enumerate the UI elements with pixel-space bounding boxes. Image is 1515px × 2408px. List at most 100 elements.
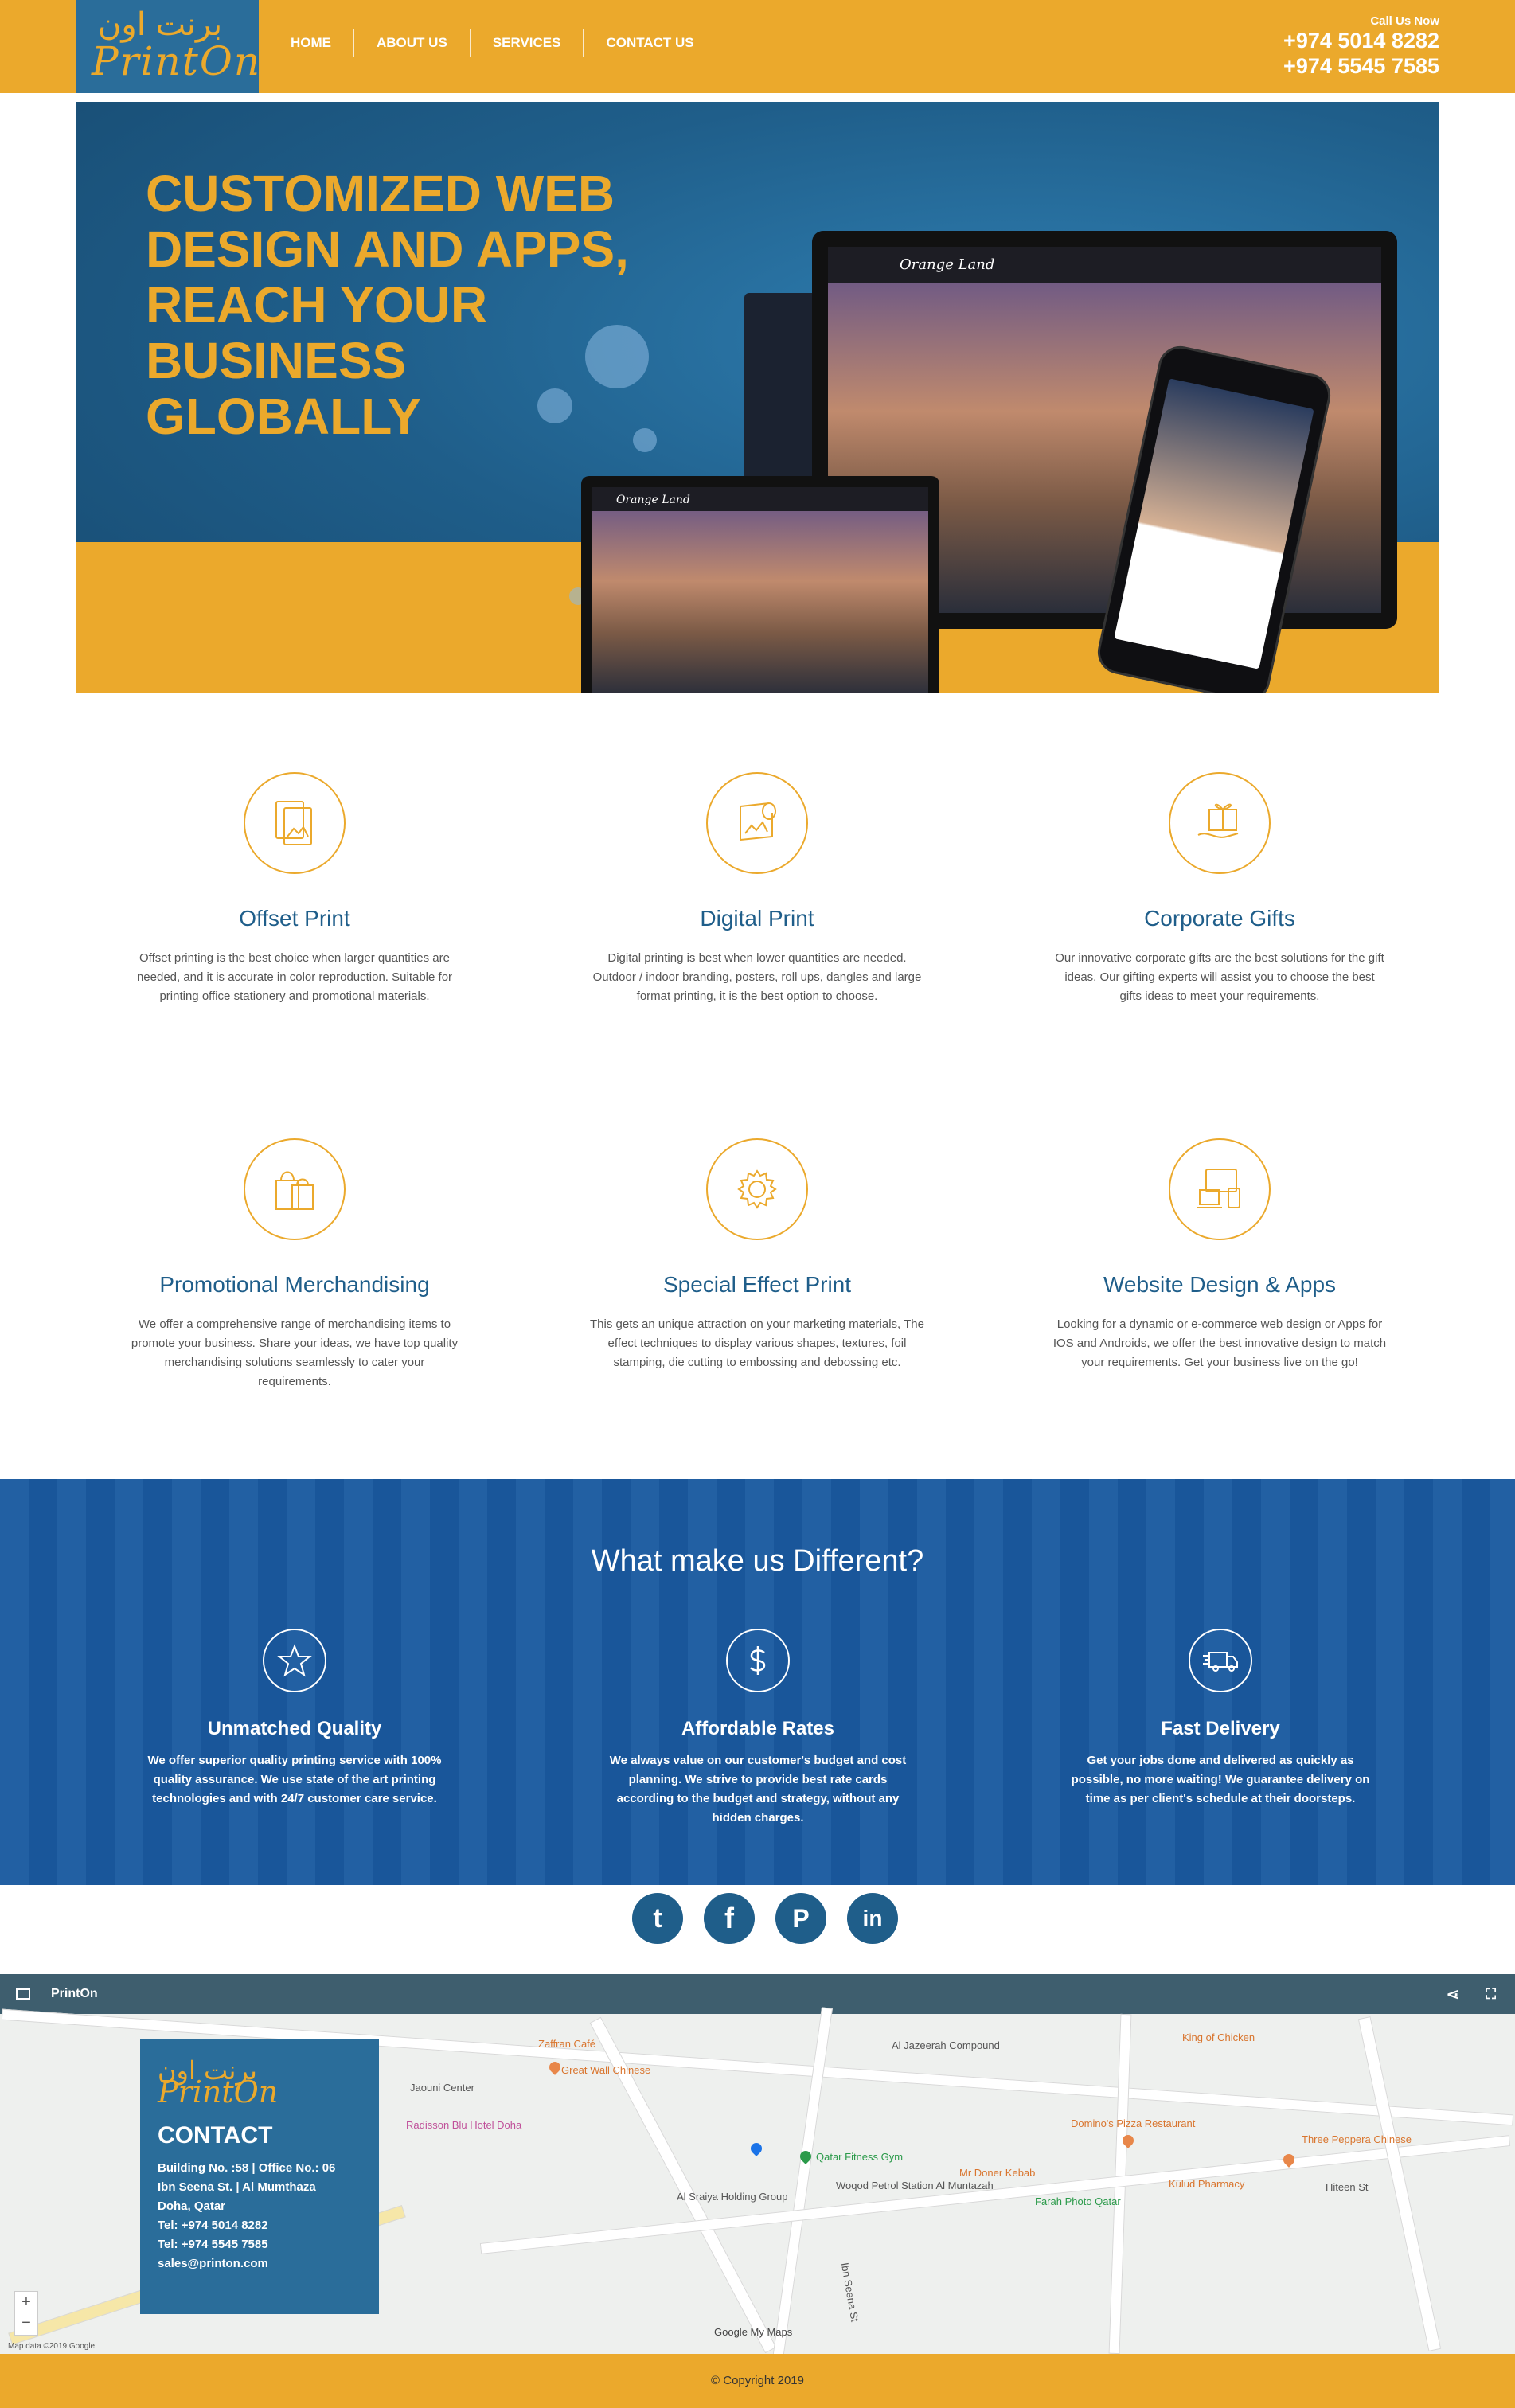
map-place-label: Farah Photo Qatar xyxy=(1035,2195,1121,2207)
hero-title-line: BUSINESS xyxy=(146,332,407,389)
twitter-icon[interactable]: t xyxy=(632,1893,683,1944)
map-place-label: Al Sraiya Holding Group xyxy=(677,2191,788,2203)
contact-card: برنت اون PrintOn CONTACT Building No. :5… xyxy=(140,2039,379,2314)
map-place-label: Mr Doner Kebab xyxy=(959,2167,1036,2179)
map-place-label: Zaffran Café xyxy=(538,2038,596,2050)
feature-card: Unmatched Quality We offer superior qual… xyxy=(123,1629,466,1809)
facebook-glyph: f xyxy=(724,1902,734,1934)
nav-about-us[interactable]: ABOUT US xyxy=(354,29,471,57)
different-section: What make us Different? Unmatched Qualit… xyxy=(0,1479,1515,1885)
site-header: برنت اون PrintOn HOME ABOUT US SERVICES … xyxy=(0,0,1515,93)
feature-card: Affordable Rates We always value on our … xyxy=(587,1629,929,1828)
mockup-brand: Orange Land xyxy=(900,256,995,273)
service-card: Website Design & Apps Looking for a dyna… xyxy=(1044,1138,1395,1372)
hero-banner: CUSTOMIZED WEB DESIGN AND APPS, REACH YO… xyxy=(76,102,1439,693)
shopping-bag-icon xyxy=(244,1138,346,1240)
service-title: Offset Print xyxy=(239,906,350,931)
offset-print-icon xyxy=(244,772,346,874)
service-description: Our innovative corporate gifts are the b… xyxy=(1055,951,1384,1003)
service-description: Digital printing is best when lower quan… xyxy=(592,951,922,1003)
contact-phone[interactable]: Tel: +974 5545 7585 xyxy=(158,2235,361,2254)
contact-phone[interactable]: Tel: +974 5014 8282 xyxy=(158,2216,361,2235)
service-description: We offer a comprehensive range of mercha… xyxy=(131,1317,459,1388)
mockup-header: Orange Land xyxy=(592,487,928,511)
dollar-icon xyxy=(726,1629,790,1692)
contact-address: Ibn Seena St. | Al Mumthaza xyxy=(158,2180,316,2194)
facebook-icon[interactable]: f xyxy=(704,1893,755,1944)
zoom-out-button[interactable]: − xyxy=(15,2312,37,2333)
star-icon xyxy=(263,1629,326,1692)
feature-description: We offer superior quality printing servi… xyxy=(147,1754,442,1805)
call-us-block: Call Us Now +974 5014 8282 +974 5545 758… xyxy=(1283,14,1439,79)
map-place-label: Ibn Seena St xyxy=(838,2262,861,2323)
gift-icon xyxy=(1169,772,1271,874)
service-description: Offset printing is the best choice when … xyxy=(136,951,453,1003)
main-nav: HOME ABOUT US SERVICES CONTACT US xyxy=(275,29,717,57)
laptop-mockup: Orange Land xyxy=(581,476,939,693)
contact-email[interactable]: sales@printon.com xyxy=(158,2254,361,2273)
service-card: Digital Print Digital printing is best w… xyxy=(582,772,932,1006)
pinterest-glyph: P xyxy=(792,1903,810,1933)
map-zoom-control[interactable]: + − xyxy=(14,2291,38,2336)
share-icon[interactable]: ⋖ xyxy=(1446,1985,1459,2004)
map-road xyxy=(1357,2016,1442,2351)
map-place-label: Radisson Blu Hotel Doha xyxy=(406,2119,522,2131)
hero-title: CUSTOMIZED WEB DESIGN AND APPS, REACH YO… xyxy=(146,166,719,444)
service-title: Corporate Gifts xyxy=(1144,906,1295,931)
map-place-label: Great Wall Chinese xyxy=(561,2064,651,2076)
map-place-label: Domino's Pizza Restaurant xyxy=(1071,2117,1196,2129)
service-title: Website Design & Apps xyxy=(1103,1272,1337,1297)
linkedin-icon[interactable]: in xyxy=(847,1893,898,1944)
service-title: Promotional Merchandising xyxy=(159,1272,430,1297)
digital-print-icon xyxy=(706,772,808,874)
service-description: This gets an unique attraction on your m… xyxy=(590,1317,924,1369)
map-road xyxy=(771,2007,833,2354)
map-place-label: Kulud Pharmacy xyxy=(1169,2178,1245,2190)
map-place-label: Jaouni Center xyxy=(410,2082,474,2094)
nav-services[interactable]: SERVICES xyxy=(471,29,584,57)
map-place-label: Woqod Petrol Station Al Muntazah xyxy=(836,2180,994,2191)
phone-number-2[interactable]: +974 5545 7585 xyxy=(1283,53,1439,79)
map-place-label: King of Chicken xyxy=(1182,2031,1255,2043)
map-place-label: Qatar Fitness Gym xyxy=(816,2151,904,2163)
feature-card: Fast Delivery Get your jobs done and del… xyxy=(1049,1629,1392,1809)
mockup-header: Orange Land xyxy=(828,247,1381,283)
map-pin-icon[interactable] xyxy=(547,2059,563,2075)
call-us-label: Call Us Now xyxy=(1370,14,1439,28)
hero-title-line: REACH YOUR xyxy=(146,276,488,334)
service-card: Offset Print Offset printing is the best… xyxy=(119,772,470,1006)
delivery-truck-icon xyxy=(1189,1629,1252,1692)
different-title: What make us Different? xyxy=(591,1544,924,1578)
map-title: PrintOn xyxy=(51,1987,98,2000)
devices-icon xyxy=(1169,1138,1271,1240)
contact-title: CONTACT xyxy=(158,2122,273,2148)
service-card: Corporate Gifts Our innovative corporate… xyxy=(1044,772,1395,1006)
service-description: Looking for a dynamic or e-commerce web … xyxy=(1052,1317,1387,1369)
feature-title: Unmatched Quality xyxy=(207,1718,382,1739)
hero-title-line: CUSTOMIZED WEB xyxy=(146,165,615,222)
service-title: Digital Print xyxy=(700,906,814,931)
zoom-in-button[interactable]: + xyxy=(15,2292,37,2312)
map-legend-icon[interactable] xyxy=(16,1988,30,2000)
nav-home[interactable]: HOME xyxy=(275,29,354,57)
laptop-screen: Orange Land xyxy=(592,487,928,693)
contact-address: Building No. :58 | Office No.: 06 xyxy=(158,2161,336,2175)
phone-number-1[interactable]: +974 5014 8282 xyxy=(1283,28,1439,53)
service-card: Special Effect Print This gets an unique… xyxy=(582,1138,932,1372)
contact-logo-latin: PrintOn xyxy=(158,2074,279,2109)
feature-description: We always value on our customer's budget… xyxy=(609,1754,907,1825)
hero-title-line: DESIGN AND APPS, xyxy=(146,221,629,278)
site-logo[interactable]: برنت اون PrintOn xyxy=(76,0,259,93)
pinterest-icon[interactable]: P xyxy=(775,1893,826,1944)
twitter-glyph: t xyxy=(653,1903,662,1934)
map-road xyxy=(479,2135,1511,2254)
nav-contact-us[interactable]: CONTACT US xyxy=(584,29,717,57)
map-pin-icon[interactable] xyxy=(748,2141,764,2156)
map-title-bar: PrintOn ⋖ ⛶ xyxy=(0,1974,1515,2014)
map-place-label: Al Jazeerah Compound xyxy=(892,2039,1000,2051)
gear-icon xyxy=(706,1138,808,1240)
fullscreen-icon[interactable]: ⛶ xyxy=(1486,1986,1496,2003)
feature-title: Affordable Rates xyxy=(681,1718,835,1739)
contact-details: Building No. :58 | Office No.: 06 Ibn Se… xyxy=(158,2159,361,2273)
linkedin-glyph: in xyxy=(862,1906,883,1930)
